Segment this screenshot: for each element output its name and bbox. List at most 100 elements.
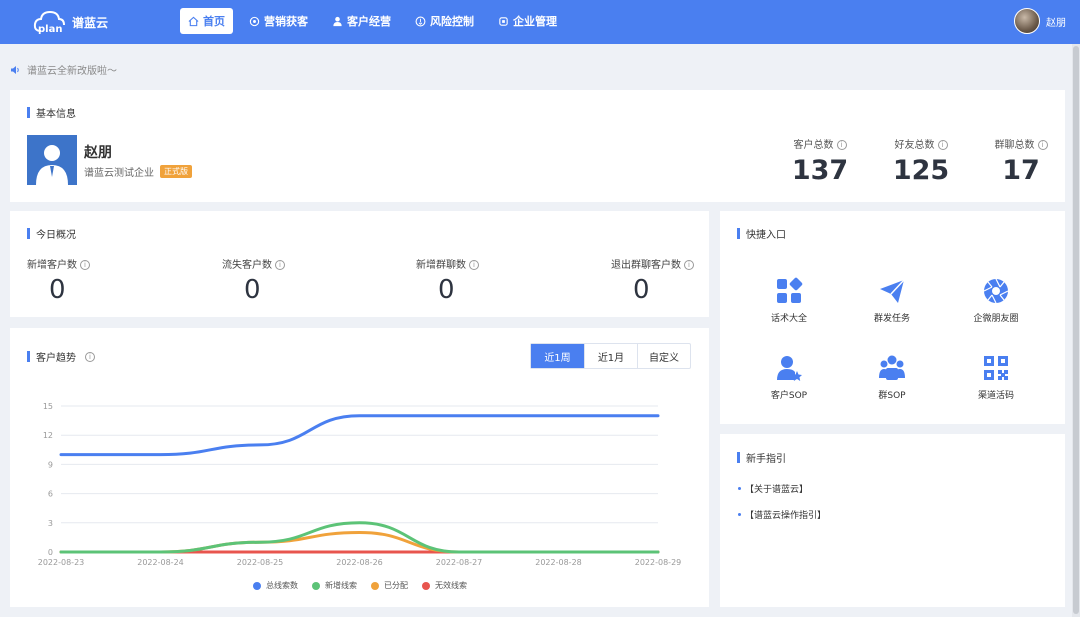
guide-link-operations[interactable]: 【谱蓝云操作指引】 — [738, 508, 826, 521]
info-icon[interactable]: i — [80, 260, 90, 270]
shield-icon — [415, 16, 426, 26]
nav-home[interactable]: 首页 — [180, 8, 233, 34]
legend-item[interactable]: 新增线索 — [312, 580, 357, 591]
user-name: 赵朋 — [1046, 17, 1066, 29]
quick-mass-send[interactable]: 群发任务 — [852, 277, 932, 324]
y-tick-label: 0 — [48, 548, 53, 557]
group-sop-icon — [879, 355, 905, 380]
today-title: 今日概况 — [27, 226, 76, 241]
today-stat-value: 0 — [244, 275, 261, 305]
today-new-customers[interactable]: 新增客户数 i 0 — [27, 256, 90, 305]
stat-total-friends[interactable]: 好友总数 i 125 — [886, 136, 956, 186]
main-nav: 首页 营销获客 客户经营 风险控制 企业管理 — [180, 8, 565, 34]
stat-label: 客户总数 — [793, 140, 834, 151]
title-accent-bar — [27, 107, 30, 118]
today-stat-label-row: 退出群聊客户数 i — [611, 256, 694, 271]
stat-total-groups[interactable]: 群聊总数 i 17 — [986, 136, 1056, 186]
info-icon[interactable]: i — [275, 260, 285, 270]
quick-label: 渠道活码 — [977, 391, 1014, 401]
nav-enterprise[interactable]: 企业管理 — [490, 8, 565, 34]
aperture-icon — [983, 278, 1009, 304]
app-logo[interactable]: plan 谱蓝云 — [32, 9, 108, 35]
guide-title-text: 新手指引 — [746, 454, 786, 465]
today-lost-customers[interactable]: 流失客户数 i 0 — [222, 256, 285, 305]
user-menu[interactable]: 赵朋 — [1014, 8, 1066, 34]
info-icon[interactable]: i — [469, 260, 479, 270]
avatar[interactable] — [1014, 8, 1040, 34]
customer-trend-card: 客户趋势 i 近1周 近1月 自定义 0 3 6 9 12 15 2022-08-23 202… — [10, 328, 709, 607]
info-icon[interactable]: i — [1037, 140, 1048, 150]
quick-label: 话术大全 — [770, 314, 807, 324]
today-new-groups[interactable]: 新增群聊数 i 0 — [416, 256, 479, 305]
y-tick-label: 3 — [48, 519, 53, 528]
nav-risk-label: 风险控制 — [430, 15, 474, 28]
title-accent-bar — [737, 228, 740, 239]
beginner-guide-card: 新手指引 【关于谱蓝云】 【谱蓝云操作指引】 — [720, 434, 1065, 607]
today-left-group-customers[interactable]: 退出群聊客户数 i 0 — [611, 256, 694, 305]
legend-label: 已分配 — [384, 581, 408, 590]
nav-risk[interactable]: 风险控制 — [407, 8, 482, 34]
quick-channel-code[interactable]: 渠道活码 — [956, 354, 1036, 401]
scrollbar-thumb[interactable] — [1073, 46, 1079, 614]
quick-customer-sop[interactable]: 客户SOP — [749, 354, 829, 401]
legend-dot — [312, 581, 320, 590]
stat-label: 群聊总数 — [994, 140, 1035, 151]
legend-item[interactable]: 总线索数 — [253, 580, 298, 591]
legend-label: 总线索数 — [266, 581, 298, 590]
today-stat-label-row: 新增群聊数 i — [416, 256, 479, 271]
user-icon — [333, 16, 342, 26]
y-tick-label: 15 — [43, 402, 53, 411]
title-accent-bar — [737, 452, 740, 463]
announcement-bar: 谱蓝云全新改版啦～ — [10, 62, 117, 77]
today-title-text: 今日概况 — [36, 230, 76, 241]
series-line — [59, 521, 660, 554]
profile-avatar — [27, 135, 77, 185]
guide-link-text: 【谱蓝云操作指引】 — [745, 511, 827, 521]
quick-group-sop[interactable]: 群SOP — [852, 354, 932, 401]
qr-code-icon — [984, 356, 1008, 380]
page-scrollbar[interactable] — [1072, 44, 1080, 617]
nav-customer[interactable]: 客户经营 — [324, 8, 399, 34]
profile-company-row: 谱蓝云测试企业 正式版 — [84, 164, 192, 179]
app-name: 谱蓝云 — [72, 15, 109, 30]
info-icon[interactable]: i — [937, 140, 948, 150]
top-nav-bar: plan 谱蓝云 首页 营销获客 客户经营 风险控制 企业管理 赵朋 — [0, 0, 1080, 44]
trend-line-chart: 0 3 6 9 12 15 2022-08-23 2022-08-24 2022-08-25 20… — [38, 402, 682, 567]
quick-entry-card: 快捷入口 话术大全 群发任务 企微朋友圈 客户SOP 群SOP 渠道活码 — [720, 211, 1065, 424]
quick-entry-title: 快捷入口 — [737, 226, 786, 241]
chart-legend: 总线索数 新增线索 已分配 无效线索 — [253, 580, 467, 591]
legend-item[interactable]: 已分配 — [371, 580, 408, 591]
legend-item[interactable]: 无效线索 — [422, 580, 467, 591]
stat-label: 好友总数 — [894, 140, 935, 151]
x-tick-label: 2022-08-26 — [336, 558, 383, 567]
paper-plane-icon — [880, 279, 905, 303]
quick-moments[interactable]: 企微朋友圈 — [956, 277, 1036, 324]
bullet-icon — [738, 487, 741, 490]
today-stat-value: 0 — [438, 275, 455, 305]
nav-marketing[interactable]: 营销获客 — [241, 8, 316, 34]
enterprise-icon — [499, 16, 508, 26]
guide-link-about[interactable]: 【关于谱蓝云】 — [738, 482, 808, 495]
quick-entry-title-text: 快捷入口 — [746, 230, 786, 241]
series-line — [59, 531, 660, 554]
stat-value: 137 — [791, 155, 849, 186]
speaker-icon — [11, 65, 19, 74]
x-tick-label: 2022-08-24 — [137, 558, 184, 567]
y-tick-label: 9 — [48, 460, 53, 469]
script-grid-icon — [777, 277, 803, 303]
nav-customer-label: 客户经营 — [347, 15, 391, 28]
basic-info-title: 基本信息 — [27, 105, 76, 120]
info-icon[interactable]: i — [684, 260, 694, 270]
y-tick-label: 6 — [48, 490, 53, 499]
marketing-icon — [249, 16, 260, 26]
stat-total-customers[interactable]: 客户总数 i 137 — [785, 136, 855, 186]
quick-label: 群SOP — [878, 391, 906, 401]
info-icon[interactable]: i — [836, 140, 847, 150]
announcement-text: 谱蓝云全新改版啦～ — [27, 66, 117, 77]
stat-value: 125 — [892, 155, 950, 186]
x-tick-label: 2022-08-23 — [38, 558, 85, 567]
legend-label: 新增线索 — [325, 581, 357, 590]
today-stat-value: 0 — [49, 275, 66, 305]
quick-scripts[interactable]: 话术大全 — [749, 277, 829, 324]
basic-info-title-text: 基本信息 — [36, 109, 76, 120]
